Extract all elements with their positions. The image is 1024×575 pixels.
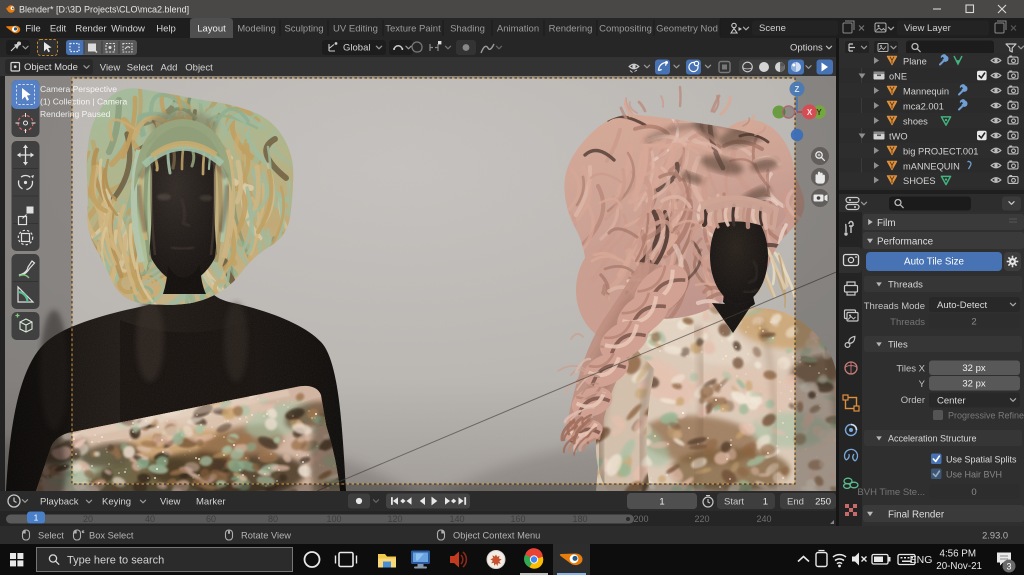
svg-text:Marker: Marker (196, 497, 226, 508)
svg-text:3: 3 (1006, 562, 1011, 572)
svg-text:Order: Order (901, 395, 925, 406)
svg-text:140: 140 (449, 514, 464, 524)
svg-text:Object Mode: Object Mode (24, 62, 78, 73)
svg-text:Performance: Performance (877, 236, 934, 247)
svg-text:Threads Mode: Threads Mode (864, 301, 925, 312)
svg-text:Z: Z (795, 85, 800, 94)
svg-text:100: 100 (326, 514, 341, 524)
svg-text:Plane: Plane (903, 56, 927, 66)
svg-text:200: 200 (633, 514, 648, 524)
svg-text:Rotate View: Rotate View (241, 531, 291, 541)
svg-text:UV Editing: UV Editing (333, 24, 378, 35)
svg-text:Animation: Animation (497, 24, 539, 35)
svg-text:Add: Add (161, 63, 178, 74)
svg-text:Rendering Paused: Rendering Paused (40, 109, 111, 119)
svg-text:1: 1 (763, 497, 768, 508)
svg-text:ENG: ENG (910, 554, 933, 566)
svg-text:Object Context Menu: Object Context Menu (453, 531, 540, 541)
svg-text:Keying: Keying (102, 497, 131, 508)
svg-text:Start: Start (724, 497, 744, 508)
svg-text:40: 40 (145, 514, 155, 524)
svg-text:Geometry Nod: Geometry Nod (656, 24, 718, 35)
svg-text:32 px: 32 px (962, 363, 985, 374)
svg-text:Use Spatial Splits: Use Spatial Splits (946, 455, 1017, 465)
svg-text:Select: Select (38, 531, 64, 541)
svg-text:Auto Tile Size: Auto Tile Size (904, 257, 964, 268)
svg-text:Global: Global (343, 43, 370, 54)
svg-text:180: 180 (572, 514, 587, 524)
svg-text:shoes: shoes (903, 116, 928, 126)
svg-text:Camera Perspective: Camera Perspective (40, 84, 117, 94)
svg-text:60: 60 (206, 514, 216, 524)
svg-text:Layout: Layout (197, 24, 226, 35)
svg-text:Auto-Detect: Auto-Detect (937, 300, 988, 311)
svg-text:Progressive Refine: Progressive Refine (948, 411, 1024, 421)
svg-text:Final Render: Final Render (888, 509, 945, 520)
svg-text:32 px: 32 px (962, 379, 985, 390)
svg-text:Mannequin: Mannequin (903, 86, 949, 96)
svg-text:Film: Film (877, 218, 896, 229)
svg-text:Window: Window (111, 24, 145, 35)
svg-text:Threads: Threads (888, 280, 923, 291)
svg-text:Acceleration Structure: Acceleration Structure (888, 434, 977, 444)
svg-text:Center: Center (937, 396, 966, 407)
svg-text:Select: Select (127, 63, 154, 74)
svg-text:Shading: Shading (450, 24, 485, 35)
svg-text:Playback: Playback (40, 497, 79, 508)
svg-text:120: 120 (387, 514, 402, 524)
svg-text:220: 220 (694, 514, 709, 524)
svg-text:tWO: tWO (889, 131, 908, 141)
svg-text:Compositing: Compositing (599, 24, 652, 35)
svg-text:Rendering: Rendering (549, 24, 593, 35)
svg-text:2: 2 (971, 317, 976, 328)
svg-text:(1) Collection | Camera: (1) Collection | Camera (40, 97, 128, 107)
svg-text:250: 250 (815, 497, 831, 508)
svg-text:2.93.0: 2.93.0 (982, 531, 1008, 541)
svg-text:Texture Paint: Texture Paint (385, 24, 441, 35)
svg-text:SHOES: SHOES (903, 176, 936, 186)
svg-text:mca2.001: mca2.001 (903, 101, 944, 111)
svg-text:View: View (160, 497, 181, 508)
svg-text:Edit: Edit (50, 24, 67, 35)
svg-text:Y: Y (919, 379, 926, 390)
svg-text:big PROJECT.001: big PROJECT.001 (903, 146, 978, 156)
svg-text:View Layer: View Layer (904, 23, 951, 34)
svg-text:Tiles X: Tiles X (896, 364, 925, 375)
svg-text:oNE: oNE (889, 71, 907, 81)
svg-text:0: 0 (971, 487, 976, 498)
svg-text:4:56 PM: 4:56 PM (940, 549, 977, 560)
svg-text:File: File (25, 24, 40, 35)
svg-text:View: View (100, 63, 121, 74)
svg-text:1: 1 (659, 497, 664, 508)
svg-text:1: 1 (34, 513, 39, 523)
svg-text:240: 240 (756, 514, 771, 524)
svg-text:Type here to search: Type here to search (67, 555, 164, 567)
svg-text:Tiles: Tiles (888, 340, 908, 351)
svg-text:160: 160 (510, 514, 525, 524)
svg-text:Help: Help (156, 24, 176, 35)
svg-text:Scene: Scene (759, 23, 786, 34)
svg-text:Threads: Threads (890, 317, 925, 328)
svg-text:80: 80 (268, 514, 278, 524)
svg-text:End: End (787, 497, 804, 508)
svg-text:20: 20 (83, 514, 93, 524)
svg-text:mANNEQUIN: mANNEQUIN (903, 161, 960, 171)
svg-text:Modeling: Modeling (237, 24, 276, 35)
svg-text:Blender* [D:\3D Projects\CLO\m: Blender* [D:\3D Projects\CLO\mca2.blend] (19, 5, 189, 15)
svg-text:Y: Y (816, 108, 822, 117)
svg-text:BVH Time Ste...: BVH Time Ste... (857, 487, 925, 498)
svg-text:20-Nov-21: 20-Nov-21 (936, 561, 982, 572)
svg-text:Sculpting: Sculpting (284, 24, 323, 35)
svg-text:X: X (807, 108, 813, 117)
svg-text:Options: Options (790, 43, 823, 54)
svg-text:Box Select: Box Select (89, 531, 134, 541)
svg-text:Use Hair BVH: Use Hair BVH (946, 470, 1002, 480)
svg-text:Object: Object (185, 63, 213, 74)
svg-text:Render: Render (75, 24, 106, 35)
